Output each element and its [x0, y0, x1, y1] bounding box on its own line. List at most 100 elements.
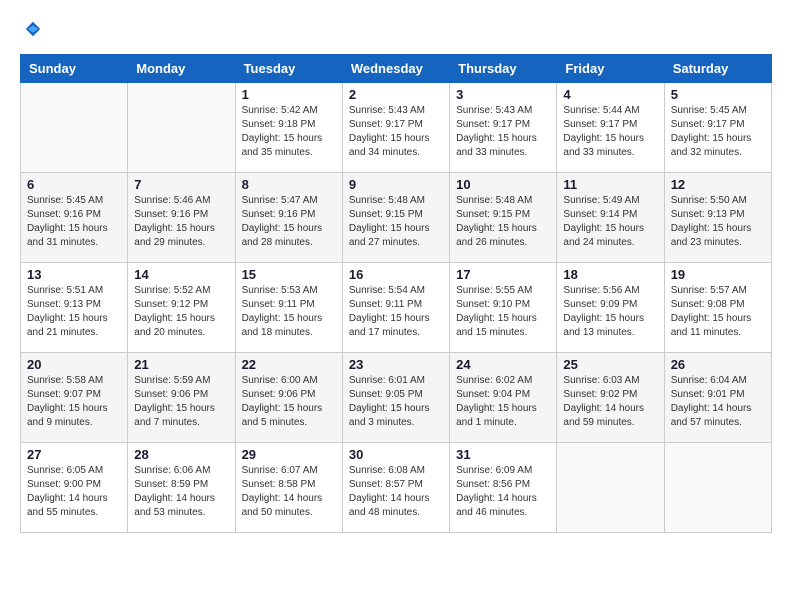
calendar-header-friday: Friday	[557, 55, 664, 83]
calendar-cell: 22 Sunrise: 6:00 AM Sunset: 9:06 PM Dayli…	[235, 353, 342, 443]
logo	[20, 20, 42, 38]
logo-icon	[24, 20, 42, 38]
day-info: Sunrise: 5:48 AM Sunset: 9:15 PM Dayligh…	[456, 194, 550, 250]
calendar-cell: 19 Sunrise: 5:57 AM Sunset: 9:08 PM Dayli…	[664, 263, 771, 353]
day-number: 18	[563, 267, 657, 282]
day-number: 2	[349, 87, 443, 102]
day-info: Sunrise: 5:49 AM Sunset: 9:14 PM Dayligh…	[563, 194, 657, 250]
calendar-cell: 18 Sunrise: 5:56 AM Sunset: 9:09 PM Dayli…	[557, 263, 664, 353]
day-number: 4	[563, 87, 657, 102]
calendar-cell: 11 Sunrise: 5:49 AM Sunset: 9:14 PM Dayli…	[557, 173, 664, 263]
day-number: 28	[134, 447, 228, 462]
day-number: 5	[671, 87, 765, 102]
calendar-week-row: 27 Sunrise: 6:05 AM Sunset: 9:00 PM Dayli…	[21, 443, 772, 533]
calendar-cell: 21Sunrise: 5:59 AM Sunset: 9:06 PM Dayli…	[128, 353, 235, 443]
calendar-cell: 24Sunrise: 6:02 AM Sunset: 9:04 PM Dayli…	[450, 353, 557, 443]
day-number: 25	[563, 357, 657, 372]
day-info: Sunrise: 5:53 AM Sunset: 9:11 PM Dayligh…	[242, 284, 336, 340]
day-number: 8	[242, 177, 336, 192]
day-info: Sunrise: 5:47 AM Sunset: 9:16 PM Dayligh…	[242, 194, 336, 250]
day-info: Sunrise: 5:43 AM Sunset: 9:17 PM Dayligh…	[456, 104, 550, 160]
day-number: 19	[671, 267, 765, 282]
page-header	[20, 20, 772, 38]
day-info: Sunrise: 6:09 AM Sunset: 8:56 PM Dayligh…	[456, 464, 550, 520]
calendar-cell: 4 Sunrise: 5:44 AM Sunset: 9:17 PM Daylig…	[557, 83, 664, 173]
day-number: 16	[349, 267, 443, 282]
day-info: Sunrise: 5:51 AM Sunset: 9:13 PM Dayligh…	[27, 284, 121, 340]
day-info: Sunrise: 5:45 AM Sunset: 9:16 PM Dayligh…	[27, 194, 121, 250]
calendar-week-row: 13 Sunrise: 5:51 AM Sunset: 9:13 PM Dayli…	[21, 263, 772, 353]
day-info: Sunrise: 6:00 AM Sunset: 9:06 PM Dayligh…	[242, 374, 336, 430]
calendar-cell: 6 Sunrise: 5:45 AM Sunset: 9:16 PM Daylig…	[21, 173, 128, 263]
day-number: 7	[134, 177, 228, 192]
calendar-header-tuesday: Tuesday	[235, 55, 342, 83]
day-info: Sunrise: 6:02 AM Sunset: 9:04 PM Dayligh…	[456, 374, 550, 430]
day-info: Sunrise: 6:08 AM Sunset: 8:57 PM Dayligh…	[349, 464, 443, 520]
calendar-cell: 29 Sunrise: 6:07 AM Sunset: 8:58 PM Dayli…	[235, 443, 342, 533]
day-info: Sunrise: 6:06 AM Sunset: 8:59 PM Dayligh…	[134, 464, 228, 520]
day-info: Sunrise: 6:07 AM Sunset: 8:58 PM Dayligh…	[242, 464, 336, 520]
day-info: Sunrise: 5:59 AM Sunset: 9:06 PM Dayligh…	[134, 374, 228, 430]
day-number: 26	[671, 357, 765, 372]
calendar-header-saturday: Saturday	[664, 55, 771, 83]
calendar-cell: 25 Sunrise: 6:03 AM Sunset: 9:02 PM Dayli…	[557, 353, 664, 443]
day-number: 23	[349, 357, 443, 372]
day-info: Sunrise: 5:55 AM Sunset: 9:10 PM Dayligh…	[456, 284, 550, 340]
day-info: Sunrise: 5:54 AM Sunset: 9:11 PM Dayligh…	[349, 284, 443, 340]
calendar-cell: 17 Sunrise: 5:55 AM Sunset: 9:10 PM Dayli…	[450, 263, 557, 353]
calendar-cell: 2 Sunrise: 5:43 AM Sunset: 9:17 PM Daylig…	[342, 83, 449, 173]
calendar-cell: 10 Sunrise: 5:48 AM Sunset: 9:15 PM Dayli…	[450, 173, 557, 263]
day-info: Sunrise: 5:56 AM Sunset: 9:09 PM Dayligh…	[563, 284, 657, 340]
calendar-header-row: SundayMondayTuesdayWednesdayThursdayFrid…	[21, 55, 772, 83]
day-info: Sunrise: 5:50 AM Sunset: 9:13 PM Dayligh…	[671, 194, 765, 250]
calendar-cell: 20 Sunrise: 5:58 AM Sunset: 9:07 PM Dayli…	[21, 353, 128, 443]
day-number: 17	[456, 267, 550, 282]
day-info: Sunrise: 5:44 AM Sunset: 9:17 PM Dayligh…	[563, 104, 657, 160]
day-number: 1	[242, 87, 336, 102]
calendar-cell: 31 Sunrise: 6:09 AM Sunset: 8:56 PM Dayli…	[450, 443, 557, 533]
calendar-cell: 8 Sunrise: 5:47 AM Sunset: 9:16 PM Daylig…	[235, 173, 342, 263]
day-number: 6	[27, 177, 121, 192]
day-number: 14	[134, 267, 228, 282]
calendar-cell: 27 Sunrise: 6:05 AM Sunset: 9:00 PM Dayli…	[21, 443, 128, 533]
day-info: Sunrise: 6:05 AM Sunset: 9:00 PM Dayligh…	[27, 464, 121, 520]
calendar-cell: 5 Sunrise: 5:45 AM Sunset: 9:17 PM Daylig…	[664, 83, 771, 173]
calendar-cell	[21, 83, 128, 173]
day-info: Sunrise: 5:58 AM Sunset: 9:07 PM Dayligh…	[27, 374, 121, 430]
day-number: 31	[456, 447, 550, 462]
calendar-cell: 14 Sunrise: 5:52 AM Sunset: 9:12 PM Dayli…	[128, 263, 235, 353]
calendar-cell: 30 Sunrise: 6:08 AM Sunset: 8:57 PM Dayli…	[342, 443, 449, 533]
calendar-cell	[128, 83, 235, 173]
day-number: 3	[456, 87, 550, 102]
day-info: Sunrise: 5:57 AM Sunset: 9:08 PM Dayligh…	[671, 284, 765, 340]
day-number: 30	[349, 447, 443, 462]
day-number: 13	[27, 267, 121, 282]
calendar-cell: 16 Sunrise: 5:54 AM Sunset: 9:11 PM Dayli…	[342, 263, 449, 353]
calendar-cell	[664, 443, 771, 533]
calendar-cell: 13 Sunrise: 5:51 AM Sunset: 9:13 PM Dayli…	[21, 263, 128, 353]
day-number: 10	[456, 177, 550, 192]
day-info: Sunrise: 6:03 AM Sunset: 9:02 PM Dayligh…	[563, 374, 657, 430]
calendar-cell: 9Sunrise: 5:48 AM Sunset: 9:15 PM Daylig…	[342, 173, 449, 263]
calendar-header-thursday: Thursday	[450, 55, 557, 83]
day-number: 27	[27, 447, 121, 462]
day-info: Sunrise: 5:45 AM Sunset: 9:17 PM Dayligh…	[671, 104, 765, 160]
day-number: 20	[27, 357, 121, 372]
calendar-cell: 7Sunrise: 5:46 AM Sunset: 9:16 PM Daylig…	[128, 173, 235, 263]
calendar-cell: 28 Sunrise: 6:06 AM Sunset: 8:59 PM Dayli…	[128, 443, 235, 533]
day-number: 12	[671, 177, 765, 192]
day-info: Sunrise: 5:48 AM Sunset: 9:15 PM Dayligh…	[349, 194, 443, 250]
day-number: 15	[242, 267, 336, 282]
day-number: 11	[563, 177, 657, 192]
day-number: 22	[242, 357, 336, 372]
day-info: Sunrise: 5:52 AM Sunset: 9:12 PM Dayligh…	[134, 284, 228, 340]
day-number: 29	[242, 447, 336, 462]
calendar-header-monday: Monday	[128, 55, 235, 83]
calendar-week-row: 20 Sunrise: 5:58 AM Sunset: 9:07 PM Dayli…	[21, 353, 772, 443]
calendar-week-row: 6 Sunrise: 5:45 AM Sunset: 9:16 PM Daylig…	[21, 173, 772, 263]
calendar-header-wednesday: Wednesday	[342, 55, 449, 83]
day-info: Sunrise: 5:43 AM Sunset: 9:17 PM Dayligh…	[349, 104, 443, 160]
calendar-cell: 12 Sunrise: 5:50 AM Sunset: 9:13 PM Dayli…	[664, 173, 771, 263]
day-info: Sunrise: 6:04 AM Sunset: 9:01 PM Dayligh…	[671, 374, 765, 430]
calendar-cell: 23Sunrise: 6:01 AM Sunset: 9:05 PM Dayli…	[342, 353, 449, 443]
